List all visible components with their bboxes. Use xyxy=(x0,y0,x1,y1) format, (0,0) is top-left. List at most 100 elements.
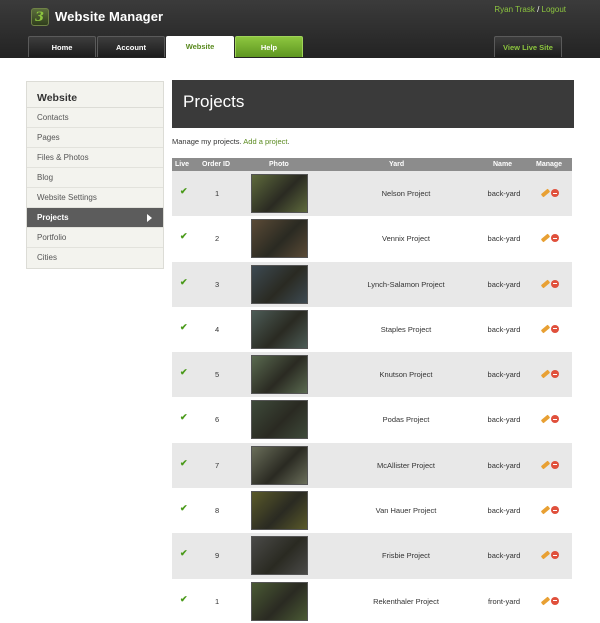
order-id-cell: 1 xyxy=(215,596,220,606)
triangle-right-icon xyxy=(147,214,152,222)
project-photo[interactable] xyxy=(251,264,308,304)
pencil-icon[interactable] xyxy=(540,550,551,560)
project-photo[interactable] xyxy=(251,536,308,576)
delete-icon[interactable] xyxy=(551,279,559,288)
page-banner: Projects xyxy=(172,80,574,128)
sidebar-item-pages[interactable]: Pages xyxy=(27,128,163,148)
delete-icon[interactable] xyxy=(551,189,559,197)
sidebar-item-contacts[interactable]: Contacts xyxy=(27,108,163,128)
name-cell: back-yard xyxy=(487,279,521,289)
sidebar-item-label: Projects xyxy=(37,213,69,222)
name-cell: back-yard xyxy=(487,189,521,198)
pencil-icon[interactable] xyxy=(540,188,551,198)
project-photo[interactable] xyxy=(251,309,308,349)
pencil-icon[interactable] xyxy=(540,233,551,243)
sidebar-item-files-photos[interactable]: Files & Photos xyxy=(27,148,163,168)
table-header: Live Order ID Photo Yard Name Manage xyxy=(172,158,572,171)
intro-period: . xyxy=(287,137,290,146)
checkmark-icon[interactable]: ✔ xyxy=(180,548,188,559)
table-row: ✔ 3 Lynch-Salamon Project back-yard xyxy=(172,261,572,307)
yard-cell: Rekenthaler Project xyxy=(373,596,439,606)
name-cell: back-yard xyxy=(487,415,521,425)
checkmark-icon[interactable]: ✔ xyxy=(180,412,188,423)
delete-icon[interactable] xyxy=(551,234,559,243)
name-cell: back-yard xyxy=(487,324,521,334)
user-links: Ryan Trask / Logout xyxy=(494,5,566,14)
projects-table: Live Order ID Photo Yard Name Manage ✔ 1 N… xyxy=(172,158,572,623)
intro-text: Manage my projects. Add a project. xyxy=(172,137,290,146)
order-id-cell: 4 xyxy=(215,324,220,334)
pencil-icon[interactable] xyxy=(540,505,551,515)
tab-help[interactable]: Help xyxy=(235,36,303,57)
table-row: ✔ 9 Frisbie Project back-yard xyxy=(172,533,572,579)
table-row: ✔ 5 Knutson Project back-yard xyxy=(172,352,572,398)
checkmark-icon[interactable]: ✔ xyxy=(180,186,188,197)
yard-cell: Vennix Project xyxy=(382,234,430,244)
pencil-icon[interactable] xyxy=(540,324,551,334)
project-photo[interactable] xyxy=(251,355,308,395)
name-cell: back-yard xyxy=(487,234,521,244)
pencil-icon[interactable] xyxy=(540,279,551,289)
delete-icon[interactable] xyxy=(551,596,559,605)
checkmark-icon[interactable]: ✔ xyxy=(180,594,188,605)
col-live: Live xyxy=(175,161,190,168)
yard-cell: Staples Project xyxy=(380,324,432,334)
intro-label: Manage my projects. xyxy=(172,137,242,146)
col-manage: Manage xyxy=(536,161,563,168)
pencil-icon[interactable] xyxy=(540,460,551,470)
table-row: ✔ 1 Rekenthaler Project front-yard xyxy=(172,578,572,623)
name-cell: back-yard xyxy=(487,506,521,516)
order-id-cell: 2 xyxy=(215,234,220,244)
checkmark-icon[interactable]: ✔ xyxy=(180,277,188,288)
leaf-logo-icon[interactable]: 3 xyxy=(31,8,49,26)
table-row: ✔ 6 Podas Project back-yard xyxy=(172,397,572,443)
sidebar-item-website-settings[interactable]: Website Settings xyxy=(27,188,163,208)
checkmark-icon[interactable]: ✔ xyxy=(180,231,188,242)
col-name: Name xyxy=(493,161,513,168)
delete-icon[interactable] xyxy=(551,415,559,424)
order-id-cell: 8 xyxy=(215,506,220,516)
order-id-cell: 6 xyxy=(215,415,220,425)
delete-icon[interactable] xyxy=(551,460,559,469)
checkmark-icon[interactable]: ✔ xyxy=(180,322,188,333)
yard-cell: Frisbie Project xyxy=(382,551,430,561)
tab-home[interactable]: Home xyxy=(28,36,96,57)
pencil-icon[interactable] xyxy=(540,596,551,606)
sidebar-item-blog[interactable]: Blog xyxy=(27,168,163,188)
order-id-cell: 5 xyxy=(215,370,220,380)
order-id-cell: 3 xyxy=(215,279,220,289)
sidebar-item-cities[interactable]: Cities xyxy=(27,248,163,268)
project-photo[interactable] xyxy=(251,445,308,485)
project-photo[interactable] xyxy=(251,400,308,440)
app-title: Website Manager xyxy=(55,9,164,24)
pencil-icon[interactable] xyxy=(540,415,551,424)
tab-website[interactable]: Website xyxy=(166,36,234,58)
user-name-link[interactable]: Ryan Trask xyxy=(494,5,534,14)
checkmark-icon[interactable]: ✔ xyxy=(180,367,188,378)
name-cell: back-yard xyxy=(487,460,521,470)
user-links-separator: / xyxy=(537,5,540,14)
table-row: ✔ 1 Nelson Project back-yard xyxy=(172,171,572,217)
sidebar: Website Contacts Pages Files & Photos Bl… xyxy=(26,81,164,269)
add-project-link[interactable]: Add a project xyxy=(243,137,287,146)
delete-icon[interactable] xyxy=(551,551,559,560)
page-title: Projects xyxy=(183,92,245,111)
table-row: ✔ 7 McAllister Project back-yard xyxy=(172,442,572,489)
yard-cell: Van Hauer Project xyxy=(375,506,437,516)
logout-link[interactable]: Logout xyxy=(542,5,566,14)
project-photo[interactable] xyxy=(251,581,308,621)
checkmark-icon[interactable]: ✔ xyxy=(180,458,188,469)
view-live-site-button[interactable]: View Live Site xyxy=(494,36,562,57)
yard-cell: Podas Project xyxy=(382,415,430,425)
project-photo[interactable] xyxy=(251,174,308,213)
delete-icon[interactable] xyxy=(551,370,559,379)
project-photo[interactable] xyxy=(251,491,308,531)
delete-icon[interactable] xyxy=(551,506,559,515)
pencil-icon[interactable] xyxy=(540,369,551,379)
checkmark-icon[interactable]: ✔ xyxy=(180,503,188,514)
project-photo[interactable] xyxy=(251,219,308,259)
sidebar-item-portfolio[interactable]: Portfolio xyxy=(27,228,163,248)
delete-icon[interactable] xyxy=(551,324,559,333)
tab-account[interactable]: Account xyxy=(97,36,165,57)
sidebar-item-projects[interactable]: Projects xyxy=(27,208,163,228)
